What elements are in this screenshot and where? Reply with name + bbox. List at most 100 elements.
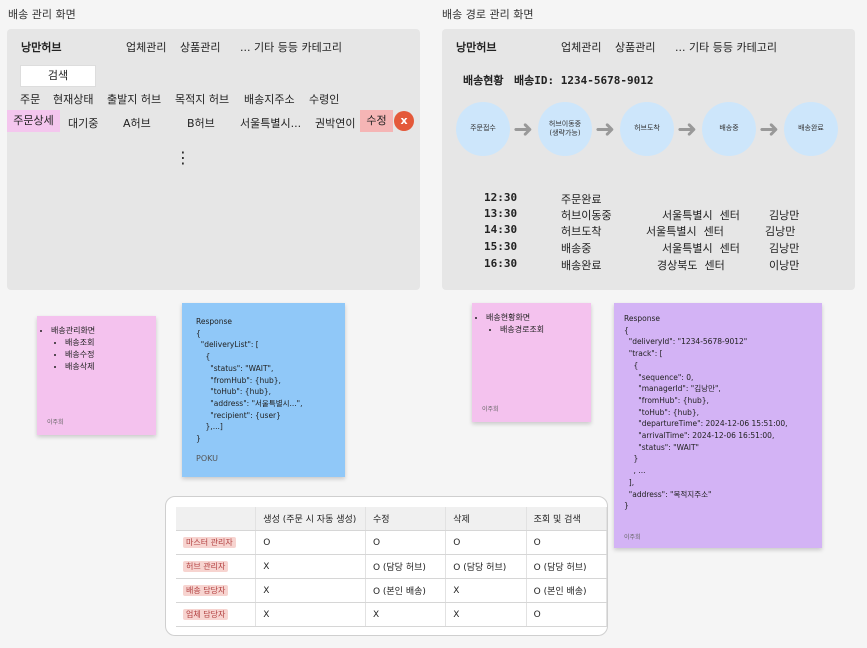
menu-etc[interactable]: ... 기타 등등 카테고리 — [675, 39, 777, 55]
permissions-card: 생성 (주문 시 자동 생성) 수정 삭제 조회 및 검색 마스터 관리자 O … — [165, 496, 608, 636]
table-row: 허브 관리자 X O (담당 허브) O (담당 허브) O (담당 허브) — [176, 554, 607, 579]
timeline-center: 서울특별시 센터 — [662, 209, 740, 222]
table-cell: X — [365, 602, 447, 627]
table-header-row: 생성 (주문 시 자동 생성) 수정 삭제 조회 및 검색 — [176, 507, 607, 531]
timeline-status: 주문완료 — [561, 193, 602, 206]
step-order-received: 주문접수 — [456, 102, 510, 156]
table-cell: O (본인 배송) — [365, 578, 447, 603]
timeline-manager: 김낭만 — [769, 209, 800, 222]
response-json: Response { "deliveryId": "1234-5678-9012… — [624, 314, 788, 511]
note-author: 이주희 — [482, 406, 499, 413]
table-cell: O — [255, 530, 366, 555]
status-label: 배송현황 — [463, 74, 504, 87]
table-cell: O (본인 배송) — [526, 578, 607, 603]
column-from-hub: 출발지 허브 — [107, 93, 162, 106]
sticky-note-response-list: Response { "deliveryList": [ { "status":… — [182, 303, 345, 477]
table-cell: O — [526, 602, 607, 627]
hub-name: 낭만허브 — [21, 41, 62, 54]
hub-name: 낭만허브 — [456, 41, 497, 54]
search-button[interactable]: 검색 — [20, 65, 96, 87]
table-cell: O (담당 허브) — [365, 554, 447, 579]
sticky-note-response-track: Response { "deliveryId": "1234-5678-9012… — [614, 303, 822, 548]
table-row: 배송 담당자 X O (본인 배송) X O (본인 배송) — [176, 578, 607, 603]
role-tag: 마스터 관리자 — [183, 537, 236, 548]
note-subitem: 배송수정 — [65, 349, 156, 361]
timeline-status: 허브도착 — [561, 225, 602, 238]
timeline-manager: 이낭만 — [769, 259, 800, 272]
note-item: 배송관리화면 — [51, 325, 156, 337]
note-subitem: 배송경로조회 — [500, 324, 591, 336]
note-author: 이주희 — [47, 419, 64, 426]
column-order: 주문 — [20, 93, 41, 106]
arrow-icon: ➜ — [759, 115, 780, 143]
timeline-status: 배송완료 — [561, 259, 602, 272]
response-json: Response { "deliveryList": [ { "status":… — [196, 317, 303, 444]
timeline-time: 16:30 — [484, 257, 518, 270]
timeline-manager: 김낭만 — [765, 225, 796, 238]
delivery-route-panel: 낭만허브 업체관리 상품관리 ... 기타 등등 카테고리 배송현황 배송ID:… — [442, 29, 855, 290]
note-author: 이주희 — [624, 534, 641, 541]
table-row: 마스터 관리자 O O O O — [176, 530, 607, 555]
row-from-hub: A허브 — [123, 117, 151, 130]
step-hub-moving: 허브이동중 (생략가능) — [538, 102, 592, 156]
table-cell: X — [255, 578, 366, 603]
step-delivered: 배송완료 — [784, 102, 838, 156]
table-cell: O — [445, 530, 527, 555]
timeline-center: 서울특별시 센터 — [646, 225, 724, 238]
timeline-time: 13:30 — [484, 207, 518, 220]
note-item: 배송현황화면 — [486, 312, 591, 324]
arrow-icon: ➜ — [677, 115, 698, 143]
permissions-table: 생성 (주문 시 자동 생성) 수정 삭제 조회 및 검색 마스터 관리자 O … — [176, 507, 607, 627]
arrow-icon: ➜ — [513, 115, 534, 143]
header-update: 수정 — [365, 507, 447, 531]
menu-product[interactable]: 상품관리 — [180, 39, 220, 55]
edit-button[interactable]: 수정 — [360, 110, 393, 132]
menu-product[interactable]: 상품관리 — [615, 39, 655, 55]
table-cell: X — [255, 554, 366, 579]
step-hub-arrived: 허브도착 — [620, 102, 674, 156]
menu-company[interactable]: 업체관리 — [126, 39, 166, 55]
table-cell: X — [445, 602, 527, 627]
right-frame-title: 배송 경로 관리 화면 — [442, 8, 534, 21]
timeline-status: 배송중 — [561, 242, 592, 255]
more-rows-indicator: ⋮ — [175, 148, 191, 167]
table-cell: X — [445, 578, 527, 603]
table-cell: O — [526, 530, 607, 555]
timeline-time: 15:30 — [484, 240, 518, 253]
row-address: 서울특별시... — [240, 117, 302, 130]
order-detail-button[interactable]: 주문상세 — [7, 110, 60, 132]
table-cell: O (담당 허브) — [526, 554, 607, 579]
header-read: 조회 및 검색 — [526, 507, 607, 531]
menu-etc[interactable]: ... 기타 등등 카테고리 — [240, 39, 342, 55]
timeline-center: 경상북도 센터 — [657, 259, 725, 272]
header-create: 생성 (주문 시 자동 생성) — [255, 507, 366, 531]
timeline-time: 14:30 — [484, 223, 518, 236]
menu-company[interactable]: 업체관리 — [561, 39, 601, 55]
left-frame-title: 배송 관리 화면 — [8, 8, 76, 21]
row-status: 대기중 — [68, 117, 99, 130]
timeline-time: 12:30 — [484, 191, 518, 204]
table-cell: O (담당 허브) — [445, 554, 527, 579]
column-address: 배송지주소 — [244, 93, 295, 106]
step-delivering: 배송중 — [702, 102, 756, 156]
table-cell: X — [255, 602, 366, 627]
column-status: 현재상태 — [53, 93, 94, 106]
role-tag: 허브 관리자 — [183, 561, 229, 572]
note-author: POKU — [196, 454, 219, 463]
delete-button[interactable]: x — [394, 111, 414, 131]
header-role — [176, 507, 257, 531]
header-delete: 삭제 — [445, 507, 527, 531]
row-to-hub: B허브 — [187, 117, 215, 130]
timeline-center: 서울특별시 센터 — [662, 242, 740, 255]
timeline-manager: 김낭만 — [769, 242, 800, 255]
table-cell: O — [365, 530, 447, 555]
timeline-status: 허브이동중 — [561, 209, 612, 222]
role-tag: 배송 담당자 — [183, 585, 229, 596]
delivery-id: 배송ID: 1234-5678-9012 — [514, 74, 654, 87]
note-subitem: 배송조회 — [65, 337, 156, 349]
column-recipient: 수령인 — [309, 93, 340, 106]
note-subitem: 배송삭제 — [65, 361, 156, 373]
delivery-management-panel: 낭만허브 업체관리 상품관리 ... 기타 등등 카테고리 검색 주문 현재상태… — [7, 29, 420, 290]
sticky-note-delivery-status: 배송현황화면 배송경로조회 이주희 — [472, 303, 591, 422]
sticky-note-delivery-management: 배송관리화면 배송조회 배송수정 배송삭제 이주희 — [37, 316, 156, 435]
